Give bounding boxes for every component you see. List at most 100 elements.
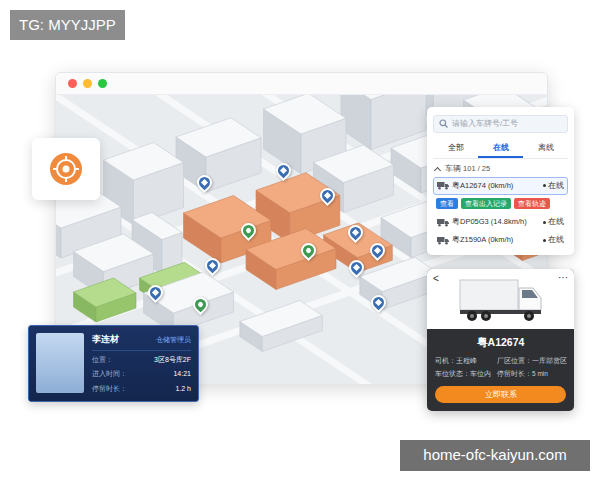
pin-marker: [346, 257, 367, 278]
person-card: 李连材 仓储管理员位置： 3区8号库2F 进入时间： 14:21 停留时长：1.2 h: [28, 325, 199, 402]
vehicle-pin[interactable]: [197, 175, 213, 191]
field-label: 进入时间：: [92, 369, 127, 380]
vehicle-details: 粤A12674司机：王程峰厂区位置：一库部货区车位状态：车位内停留时长：5 mi…: [427, 329, 574, 411]
field-value: 3区8号库2F: [154, 355, 191, 366]
person-pin[interactable]: [301, 243, 317, 259]
person-pin[interactable]: [193, 297, 209, 313]
person-field: 进入时间： 14:21: [92, 369, 191, 380]
pin-marker: [202, 255, 223, 276]
action-button[interactable]: 查看出入记录: [461, 198, 511, 210]
vehicle-card: <···粤A12674司机：王程峰厂区位置：一库部货区车位状态：车位内停留时长：…: [427, 269, 574, 411]
field-value: 5 min: [532, 370, 548, 377]
vehicle-pin[interactable]: [371, 295, 387, 311]
person-info: 李连材 仓储管理员位置： 3区8号库2F 进入时间： 14:21 停留时长：1.2 h: [92, 333, 191, 394]
vehicle-status: 在线: [543, 235, 564, 245]
status-text: 在线: [548, 217, 564, 227]
status-tab[interactable]: 全部: [433, 139, 478, 158]
watermark-label: TG: MYYJJPP: [10, 10, 125, 40]
person-pin[interactable]: [241, 223, 257, 239]
person-header: 李连材 仓储管理员: [92, 333, 191, 351]
locate-button[interactable]: [32, 138, 100, 200]
vehicle-field: 车位状态：车位内: [435, 369, 491, 379]
field-label: 司机：: [435, 357, 456, 364]
truck-icon: [352, 229, 359, 236]
truck-icon: [374, 247, 381, 254]
vehicle-pin[interactable]: [276, 163, 292, 179]
window-dot[interactable]: [68, 79, 77, 88]
status-tab[interactable]: 在线: [478, 139, 523, 158]
action-button[interactable]: 查看: [436, 198, 458, 210]
pin-marker: [317, 185, 338, 206]
plate-number: 粤A12674: [435, 335, 566, 351]
truck-icon: [353, 264, 360, 271]
vehicle-field: 厂区位置：一库部货区: [497, 356, 567, 366]
window-dot[interactable]: [83, 79, 92, 88]
vehicle-field: 停留时长：5 min: [497, 369, 567, 379]
truck-icon: [437, 236, 449, 245]
status-tab[interactable]: 离线: [523, 139, 568, 158]
vehicle-label: 粤A12674 (0km/h): [452, 181, 513, 191]
status-text: 在线: [548, 181, 564, 191]
pin-marker: [345, 222, 366, 243]
status-dot: [543, 221, 546, 224]
more-button[interactable]: ···: [558, 270, 568, 285]
field-value: 1.2 h: [175, 384, 191, 395]
person-icon: [305, 247, 312, 254]
truck-icon: [437, 181, 449, 190]
chevron-icon[interactable]: [434, 166, 441, 173]
field-value: 14:21: [173, 369, 191, 380]
field-value: 一库部货区: [532, 357, 567, 364]
target-icon: [49, 152, 83, 186]
truck-icon: [375, 299, 382, 306]
field-value: 王程峰: [456, 357, 477, 364]
group-label: 车辆 101 / 25: [445, 164, 490, 174]
back-button[interactable]: <: [433, 271, 439, 286]
person-photo: [36, 333, 84, 393]
watermark-url: home-ofc-kaiyun.com: [400, 440, 590, 471]
search-icon: [439, 119, 448, 128]
field-value: 车位内: [470, 370, 491, 377]
vehicle-group-header[interactable]: 车辆 101 / 25: [433, 159, 568, 177]
vehicle-photo: < ···: [427, 269, 574, 329]
truck-icon: [437, 218, 449, 227]
vehicle-pin[interactable]: [370, 243, 386, 259]
person-role: 仓储管理员: [156, 335, 191, 346]
vehicle-row[interactable]: 粤DP05G3 (14.8km/h) 在线: [433, 213, 568, 231]
person-field: 位置： 3区8号库2F: [92, 355, 191, 366]
truck-icon: [152, 289, 159, 296]
person-icon: [197, 301, 204, 308]
vehicle-pin[interactable]: [348, 225, 364, 241]
pin-marker: [368, 292, 389, 313]
vehicle-fields: 司机：王程峰厂区位置：一库部货区车位状态：车位内停留时长：5 min: [435, 356, 566, 379]
vehicle-panel: 全部在线离线车辆 101 / 25粤A12674 (0km/h)在线查看查看出入…: [427, 107, 574, 255]
pin-marker: [298, 240, 319, 261]
action-button[interactable]: 查看轨迹: [514, 198, 550, 210]
pin-marker: [367, 240, 388, 261]
vehicle-pin[interactable]: [349, 260, 365, 276]
search-input[interactable]: [452, 119, 562, 129]
vehicle-pin[interactable]: [320, 188, 336, 204]
vehicle-actions: 查看查看出入记录查看轨迹: [433, 195, 568, 214]
vehicle-row[interactable]: 粤A12674 (0km/h) 在线: [433, 177, 568, 195]
status-dot: [543, 184, 546, 187]
truck-icon: [209, 262, 216, 269]
status-text: 在线: [548, 235, 564, 245]
vehicle-label: 粤Z1590A (0km/h): [452, 235, 513, 245]
vehicle-pin[interactable]: [148, 285, 164, 301]
person-field: 停留时长：1.2 h: [92, 384, 191, 395]
person-name: 李连材: [92, 333, 119, 347]
vehicle-pin[interactable]: [205, 258, 221, 274]
field-label: 厂区位置：: [497, 357, 532, 364]
field-label: 位置：: [92, 355, 113, 366]
field-label: 车位状态：: [435, 370, 470, 377]
vehicle-row[interactable]: 粤Z1590A (0km/h) 在线: [433, 231, 568, 249]
truck-icon: [324, 192, 331, 199]
person-icon: [245, 227, 252, 234]
pin-marker: [145, 282, 166, 303]
pin-marker: [194, 172, 215, 193]
contact-button[interactable]: 立即联系: [435, 386, 566, 403]
window-dot[interactable]: [98, 79, 107, 88]
vehicle-label: 粤DP05G3 (14.8km/h): [452, 217, 527, 227]
truck-icon: [456, 274, 546, 324]
search-box[interactable]: [433, 115, 568, 133]
